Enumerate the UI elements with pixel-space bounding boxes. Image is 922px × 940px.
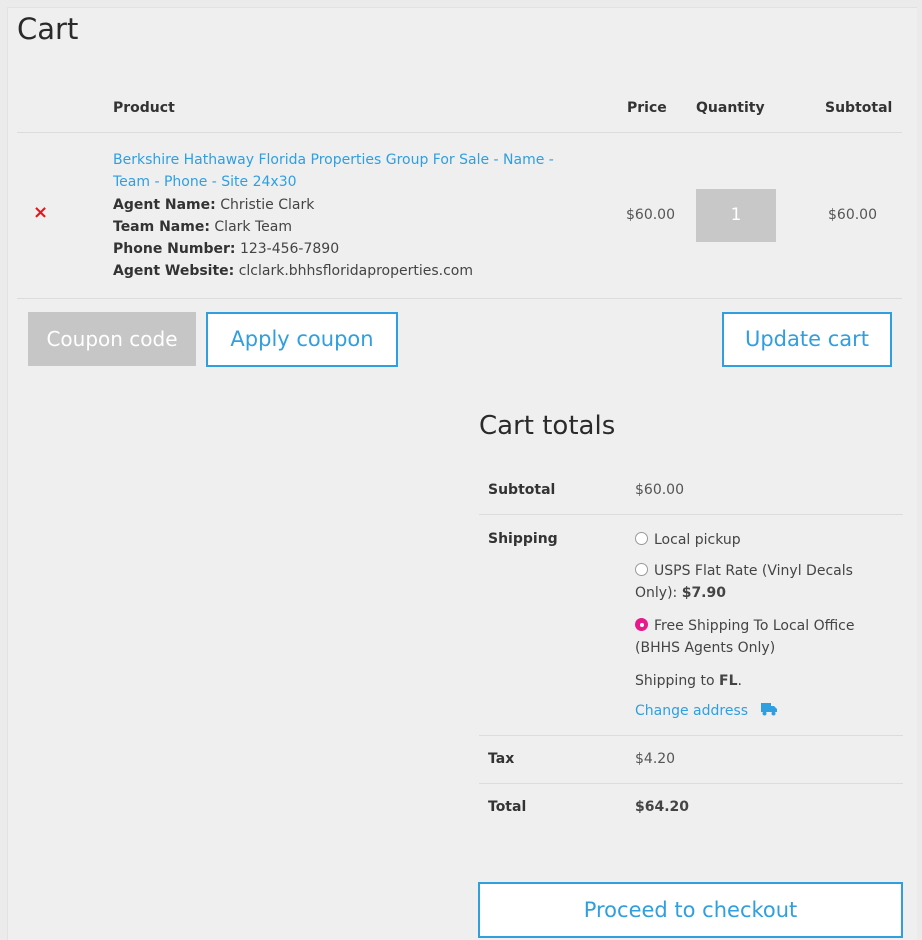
subtotal-label: Subtotal (488, 482, 556, 498)
shipping-label: Shipping (488, 531, 558, 547)
free-shipping-label: Free Shipping To Local Office (BHHS Agen… (635, 618, 855, 656)
radio-local-pickup[interactable] (635, 532, 648, 545)
meta-team-name: Team Name: Clark Team (113, 216, 292, 238)
shipping-to-state: FL (719, 673, 738, 689)
shipping-destination: Shipping to FL. (635, 670, 885, 692)
divider (17, 132, 902, 133)
header-product: Product (113, 100, 175, 116)
divider (479, 783, 903, 784)
total-label: Total (488, 799, 527, 815)
truck-icon[interactable] (761, 703, 777, 716)
total-value: $64.20 (635, 799, 690, 815)
apply-coupon-button[interactable]: Apply coupon (206, 312, 398, 367)
row-subtotal: $60.00 (828, 207, 877, 223)
meta-value: Christie Clark (220, 197, 315, 213)
usps-label: USPS Flat Rate (Vinyl Decals Only): (635, 563, 853, 601)
change-address-link[interactable]: Change address (635, 700, 748, 722)
meta-label: Phone Number: (113, 241, 236, 257)
product-link[interactable]: Berkshire Hathaway Florida Properties Gr… (113, 149, 593, 193)
meta-label: Agent Name: (113, 197, 216, 213)
page-title: Cart (17, 12, 79, 46)
shipping-option-free: Free Shipping To Local Office (BHHS Agen… (635, 615, 885, 659)
meta-phone-number: Phone Number: 123-456-7890 (113, 238, 339, 260)
divider (479, 735, 903, 736)
shipping-option-local-pickup: Local pickup (654, 532, 741, 548)
meta-agent-website: Agent Website: clclark.bhhsfloridaproper… (113, 260, 473, 282)
quantity-input[interactable]: 1 (696, 189, 776, 242)
page-frame (7, 7, 917, 940)
divider (17, 298, 902, 299)
proceed-to-checkout-button[interactable]: Proceed to checkout (478, 882, 903, 938)
tax-label: Tax (488, 751, 515, 767)
meta-label: Team Name: (113, 219, 210, 235)
shipping-to-suffix: . (737, 673, 742, 689)
meta-value: clclark.bhhsfloridaproperties.com (238, 263, 473, 279)
update-cart-button[interactable]: Update cart (722, 312, 892, 367)
subtotal-value: $60.00 (635, 482, 684, 498)
meta-value: Clark Team (214, 219, 292, 235)
divider (479, 514, 903, 515)
meta-label: Agent Website: (113, 263, 235, 279)
meta-value: 123-456-7890 (239, 241, 340, 257)
tax-value: $4.20 (635, 751, 676, 767)
usps-price: $7.90 (681, 585, 726, 601)
remove-item-icon[interactable]: × (33, 203, 48, 223)
header-subtotal: Subtotal (825, 100, 893, 116)
header-price: Price (627, 100, 667, 116)
shipping-to-prefix: Shipping to (635, 673, 715, 689)
row-price: $60.00 (626, 207, 675, 223)
header-quantity: Quantity (696, 100, 765, 116)
cart-totals-title: Cart totals (479, 411, 616, 441)
shipping-option-usps: USPS Flat Rate (Vinyl Decals Only): $7.9… (635, 560, 885, 604)
meta-agent-name: Agent Name: Christie Clark (113, 194, 314, 216)
coupon-code-input[interactable]: Coupon code (28, 312, 196, 366)
